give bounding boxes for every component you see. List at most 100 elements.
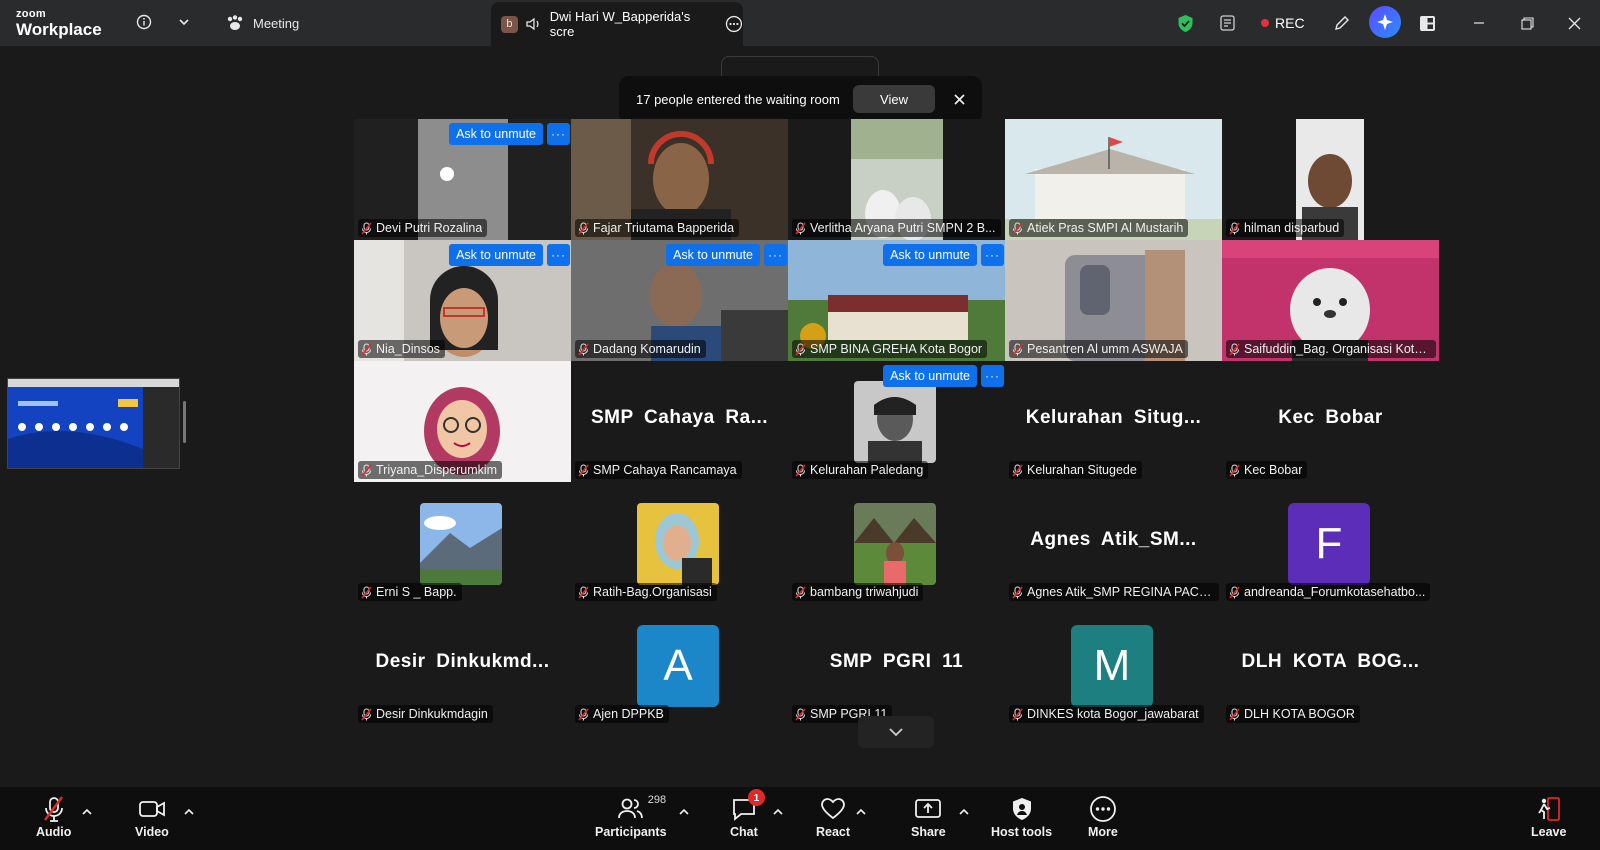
share-tab-label: Dwi Hari W_Bapperida's scre <box>549 9 691 39</box>
ask-to-unmute-button[interactable]: Ask to unmute <box>666 244 760 266</box>
host-tools-button[interactable]: Host tools <box>991 795 1052 839</box>
participant-tile[interactable]: M DINKES kota Bogor_jawabarat <box>1005 605 1222 726</box>
participant-tile[interactable]: Agnes Atik_SM... Agnes Atik_SMP REGINA PA… <box>1005 483 1222 604</box>
dismiss-toast-button[interactable] <box>949 89 969 109</box>
chat-button[interactable]: 1 Chat <box>730 789 765 839</box>
participant-tile[interactable]: Verlitha Aryana Putri SMPN 2 B... <box>788 119 1005 240</box>
participants-button[interactable]: 298 Participants <box>595 794 667 839</box>
share-screen-button[interactable]: Share <box>911 795 946 839</box>
next-page-button[interactable] <box>858 716 934 748</box>
participant-tile[interactable]: Kelurahan Situg... Kelurahan Situgede <box>1005 361 1222 482</box>
microphone-muted-icon <box>1229 342 1240 356</box>
ask-to-unmute-group: Ask to unmute ··· <box>883 365 1004 387</box>
microphone-muted-icon <box>578 221 589 235</box>
notes-button[interactable] <box>1216 8 1240 38</box>
react-button[interactable]: React <box>816 795 850 839</box>
more-options-icon[interactable] <box>725 15 743 33</box>
more-button[interactable]: More <box>1088 795 1118 839</box>
participant-name: Agnes Atik_SMP REGINA PACIS... <box>1027 585 1214 599</box>
ask-to-unmute-button[interactable]: Ask to unmute <box>883 365 977 387</box>
participant-name-tag: DLH KOTA BOGOR <box>1226 705 1360 723</box>
participant-display-name: Kelurahan Situg... <box>1025 407 1202 428</box>
participant-tile[interactable]: A Ajen DPPKB <box>571 605 788 726</box>
restore-button[interactable] <box>1514 8 1540 38</box>
react-options-caret[interactable] <box>855 806 867 818</box>
tile-more-button[interactable]: ··· <box>547 244 570 266</box>
chat-options-caret[interactable] <box>772 806 784 818</box>
participant-tile[interactable]: bambang triwahjudi <box>788 483 1005 604</box>
minimize-button[interactable] <box>1466 8 1492 38</box>
participant-tile[interactable]: Atiek Pras SMPI Al Mustarih <box>1005 119 1222 240</box>
recording-indicator[interactable]: REC <box>1261 8 1305 38</box>
thumbnail-scrollbar[interactable] <box>183 401 186 443</box>
meeting-info-button[interactable] <box>132 10 156 34</box>
layout-toggle-button[interactable] <box>1415 8 1439 38</box>
view-waiting-room-button[interactable]: View <box>853 85 935 113</box>
participant-name-tag: bambang triwahjudi <box>792 583 924 601</box>
participant-tile[interactable]: Ask to unmute ··· Dadang Komarudin <box>571 240 788 361</box>
shared-screen-preview <box>8 379 179 468</box>
microphone-muted-icon <box>361 707 372 721</box>
tile-more-button[interactable]: ··· <box>981 365 1004 387</box>
meeting-menu-button[interactable]: Meeting <box>226 10 299 36</box>
heart-icon <box>821 798 845 820</box>
participant-name-tag: Agnes Atik_SMP REGINA PACIS... <box>1009 583 1219 601</box>
ask-to-unmute-button[interactable]: Ask to unmute <box>449 244 543 266</box>
participant-name: Triyana_Disperumkim <box>376 463 498 477</box>
microphone-muted-icon <box>1012 221 1023 235</box>
microphone-muted-icon <box>1012 463 1023 477</box>
participant-tile[interactable]: Ask to unmute ··· Nia_Dinsos <box>354 240 571 361</box>
meeting-info-dropdown[interactable] <box>172 10 196 34</box>
microphone-muted-icon <box>1229 463 1240 477</box>
participant-name: DINKES kota Bogor_jawabarat <box>1027 707 1199 721</box>
participant-name: Desir Dinkukmdagin <box>376 707 488 721</box>
participant-tile[interactable]: Kec Bobar Kec Bobar <box>1222 361 1439 482</box>
ai-companion-button[interactable] <box>1369 6 1401 38</box>
ask-to-unmute-button[interactable]: Ask to unmute <box>449 123 543 145</box>
microphone-muted-icon <box>578 585 589 599</box>
annotate-button[interactable] <box>1329 8 1355 38</box>
participant-name-tag: SMP BINA GREHA Kota Bogor <box>792 340 988 358</box>
tile-more-button[interactable]: ··· <box>764 244 787 266</box>
participant-tile[interactable]: SMP Cahaya Ra... SMP Cahaya Rancamaya <box>571 361 788 482</box>
participant-tile[interactable]: DLH KOTA BOG... DLH KOTA BOGOR <box>1222 605 1439 726</box>
participant-tile[interactable]: Desir Dinkukmd... Desir Dinkukmdagin <box>354 605 571 726</box>
encryption-shield[interactable] <box>1174 8 1196 38</box>
shared-screen-thumbnail[interactable] <box>7 378 180 469</box>
rec-label: REC <box>1275 15 1305 31</box>
waiting-room-toast: 17 people entered the waiting room View <box>619 76 982 123</box>
chevron-up-icon <box>773 808 783 815</box>
participant-name-tag: Verlitha Aryana Putri SMPN 2 B... <box>792 219 1001 237</box>
participant-tile[interactable]: Erni S _ Bapp. <box>354 483 571 604</box>
ask-to-unmute-button[interactable]: Ask to unmute <box>883 244 977 266</box>
share-options-caret[interactable] <box>958 806 970 818</box>
participant-tile[interactable]: SMP PGRI 11 SMP PGRI 11 <box>788 605 1005 726</box>
participant-tile[interactable]: Ratih-Bag.Organisasi <box>571 483 788 604</box>
ask-to-unmute-group: Ask to unmute ··· <box>883 244 1004 266</box>
more-label: More <box>1088 825 1118 839</box>
participant-tile[interactable]: hilman disparbud <box>1222 119 1439 240</box>
participant-display-name: Desir Dinkukmd... <box>375 651 550 672</box>
screen-share-tab[interactable]: b Dwi Hari W_Bapperida's scre <box>491 2 743 46</box>
participant-tile[interactable]: Ask to unmute ··· SMP BINA GREHA Kota Bogo… <box>788 240 1005 361</box>
share-screen-icon <box>915 799 942 818</box>
participant-tile[interactable]: Triyana_Disperumkim <box>354 361 571 482</box>
leave-meeting-button[interactable]: Leave <box>1531 795 1566 839</box>
microphone-muted-icon <box>361 585 372 599</box>
participant-name: SMP BINA GREHA Kota Bogor <box>810 342 983 356</box>
participant-tile[interactable]: Fandreanda_Forumkotasehatbo... <box>1222 483 1439 604</box>
tile-more-button[interactable]: ··· <box>981 244 1004 266</box>
audio-options-caret[interactable] <box>81 806 93 818</box>
audio-button[interactable]: Audio <box>36 795 71 839</box>
participant-tile[interactable]: Saifuddin_Bag. Organisasi Kota ... <box>1222 240 1439 361</box>
participant-tile[interactable]: Ask to unmute ··· Kelurahan Paledang <box>788 361 1005 482</box>
close-window-button[interactable] <box>1561 8 1587 38</box>
participant-tile[interactable]: Pesantren Al umm ASWAJA <box>1005 240 1222 361</box>
video-options-caret[interactable] <box>183 806 195 818</box>
video-button[interactable]: Video <box>135 795 169 839</box>
participant-tile[interactable]: Ask to unmute ··· Devi Putri Rozalina <box>354 119 571 240</box>
participants-options-caret[interactable] <box>678 806 690 818</box>
participant-tile[interactable]: Fajar Triutama Bapperida <box>571 119 788 240</box>
participant-name-tag: Triyana_Disperumkim <box>358 461 503 479</box>
tile-more-button[interactable]: ··· <box>547 123 570 145</box>
